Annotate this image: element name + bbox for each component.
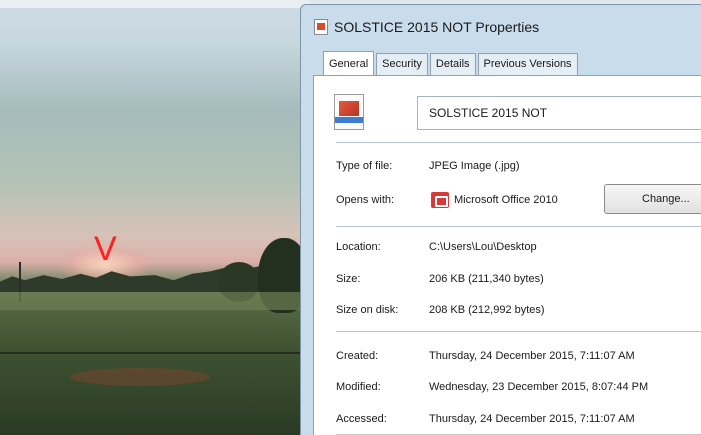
file-band bbox=[335, 117, 363, 123]
location-value: C:\Users\Lou\Desktop bbox=[429, 241, 537, 253]
title-bar[interactable]: SOLSTICE 2015 NOT Properties bbox=[301, 5, 701, 47]
dirt-patch bbox=[70, 368, 210, 386]
type-of-file-row: Type of file: JPEG Image (.jpg) bbox=[314, 154, 701, 178]
field bbox=[0, 292, 310, 310]
window-title: SOLSTICE 2015 NOT Properties bbox=[334, 19, 540, 35]
type-of-file-value: JPEG Image (.jpg) bbox=[429, 160, 520, 172]
change-button[interactable]: Change... bbox=[604, 184, 701, 214]
accessed-row: Accessed: Thursday, 24 December 2015, 7:… bbox=[314, 407, 701, 431]
tab-strip: General Security Details Previous Versio… bbox=[323, 51, 580, 75]
opens-with-value: Microsoft Office 2010 bbox=[454, 194, 558, 206]
location-row: Location: C:\Users\Lou\Desktop bbox=[314, 235, 701, 259]
divider bbox=[336, 331, 701, 332]
accessed-label: Accessed: bbox=[336, 413, 387, 425]
file-name-field[interactable]: SOLSTICE 2015 NOT bbox=[417, 96, 701, 130]
tab-general[interactable]: General bbox=[323, 51, 375, 75]
created-label: Created: bbox=[336, 350, 379, 362]
jpeg-file-icon bbox=[314, 19, 328, 35]
tab-details[interactable]: Details bbox=[429, 53, 476, 75]
opens-with-label: Opens with: bbox=[336, 194, 395, 206]
size-on-disk-label: Size on disk: bbox=[336, 304, 399, 316]
size-value: 206 KB (211,340 bytes) bbox=[429, 273, 544, 285]
properties-dialog: SOLSTICE 2015 NOT Properties General Sec… bbox=[300, 4, 701, 435]
accessed-value: Thursday, 24 December 2015, 7:11:07 AM bbox=[429, 413, 635, 425]
size-on-disk-value: 208 KB (212,992 bytes) bbox=[429, 304, 545, 316]
jpeg-file-icon bbox=[334, 94, 364, 130]
divider bbox=[336, 142, 701, 143]
tab-security[interactable]: Security bbox=[376, 53, 428, 75]
tab-previous-versions[interactable]: Previous Versions bbox=[477, 53, 578, 75]
modified-row: Modified: Wednesday, 23 December 2015, 8… bbox=[314, 375, 701, 399]
modified-value: Wednesday, 23 December 2015, 8:07:44 PM bbox=[429, 381, 649, 393]
size-on-disk-row: Size on disk: 208 KB (212,992 bytes) bbox=[314, 298, 701, 322]
type-of-file-label: Type of file: bbox=[336, 160, 393, 172]
modified-label: Modified: bbox=[336, 381, 381, 393]
background-photo: V bbox=[0, 0, 310, 435]
microsoft-office-icon bbox=[431, 192, 449, 208]
created-value: Thursday, 24 December 2015, 7:11:07 AM bbox=[429, 350, 635, 362]
sunset-marker: V bbox=[94, 230, 117, 268]
location-label: Location: bbox=[336, 241, 381, 253]
fence bbox=[0, 352, 310, 354]
general-panel: SOLSTICE 2015 NOT Type of file: JPEG Ima… bbox=[313, 75, 701, 435]
size-label: Size: bbox=[336, 273, 361, 285]
divider bbox=[336, 226, 701, 227]
image-thumbnail bbox=[339, 101, 359, 116]
created-row: Created: Thursday, 24 December 2015, 7:1… bbox=[314, 344, 701, 368]
photo-top-strip bbox=[0, 0, 310, 8]
size-row: Size: 206 KB (211,340 bytes) bbox=[314, 267, 701, 291]
